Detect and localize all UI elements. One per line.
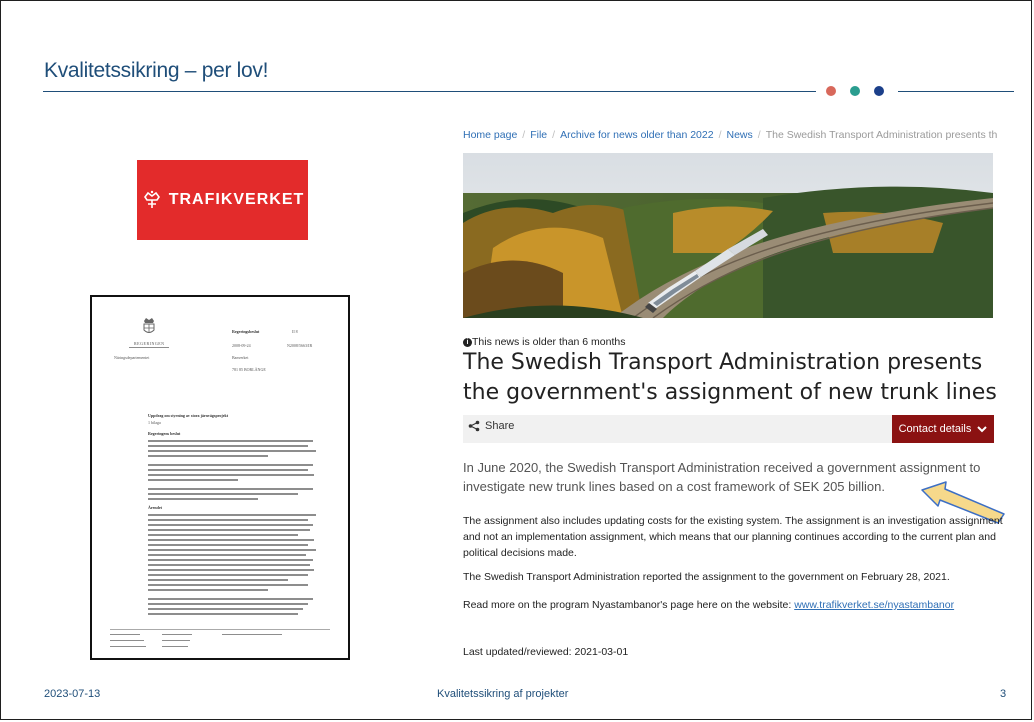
breadcrumb-archive[interactable]: Archive for news older than 2022 [560,129,714,141]
doc-ref: N2008/5663/IR [287,343,313,348]
title-rule-right [898,91,1014,92]
breadcrumb-current: The Swedish Transport Administration pre… [765,129,998,141]
slide-title: Kvalitetssikring – per lov! [44,59,269,82]
government-document: REGERINGEN Näringsdepartementet Regering… [90,295,350,660]
breadcrumb-news[interactable]: News [727,129,753,141]
breadcrumb-file[interactable]: File [530,129,547,141]
doc-date: 2008-09-24 [232,343,251,348]
news-age-notice: i This news is older than 6 months [463,336,626,348]
page-number: 3 [1000,688,1007,700]
nyastambanor-link[interactable]: www.trafikverket.se/nyastambanor [794,599,954,611]
paragraph-read-more: Read more on the program Nyastambanor's … [463,597,1003,613]
footer-title: Kvalitetssikring af projekter [437,688,569,700]
coat-of-arms-icon [143,318,155,333]
doc-decision-no: II 8 [292,329,298,334]
accent-dot-red [826,86,836,96]
read-more-text: Read more on the program Nyastambanor's … [463,599,795,611]
accent-dot-teal [850,86,860,96]
last-updated: Last updated/reviewed: 2021-03-01 [463,646,629,658]
doc-recipient: Banverket [232,355,249,360]
share-label: Share [485,420,515,432]
share-button[interactable]: Share [468,420,514,432]
doc-heading-decision: Regeringens beslut [148,431,181,436]
breadcrumb-home[interactable]: Home page [463,129,517,141]
doc-brand-rule [129,347,169,348]
doc-heading-matter: Ärendet [148,505,162,510]
logo-text: TRAFIKVERKET [168,191,305,208]
footer-date: 2023-07-13 [44,688,101,700]
doc-brand: REGERINGEN [134,341,165,346]
contact-label: Contact details [898,423,972,435]
chevron-down-icon [977,426,988,433]
paragraph-reported: The Swedish Transport Administration rep… [463,571,950,583]
info-icon: i [463,337,472,347]
notice-text: This news is older than 6 months [472,336,626,348]
news-headline: The Swedish Transport Administration pre… [463,350,997,405]
doc-footer-rule [110,629,330,630]
doc-attachment: 1 bilaga [148,420,161,425]
title-rule [43,91,816,92]
hero-image-train [463,153,993,318]
doc-ministry: Näringsdepartementet [114,355,150,360]
doc-decision-label: Regeringsbeslut [232,329,260,334]
doc-address: 781 85 BORLÄNGE [232,367,266,372]
contact-details-button[interactable]: Contact details [892,415,994,443]
accent-dot-blue [874,86,884,96]
trafikverket-logo: TRAFIKVERKET [137,160,308,240]
breadcrumb: Home page / File / Archive for news older th… [463,129,998,141]
share-icon [468,420,480,432]
doc-subject: Uppdrag om styrning av stora järnvägspro… [148,413,229,418]
paragraph-assignment: The assignment also includes updating co… [463,515,1003,559]
crown-icon [143,190,160,208]
